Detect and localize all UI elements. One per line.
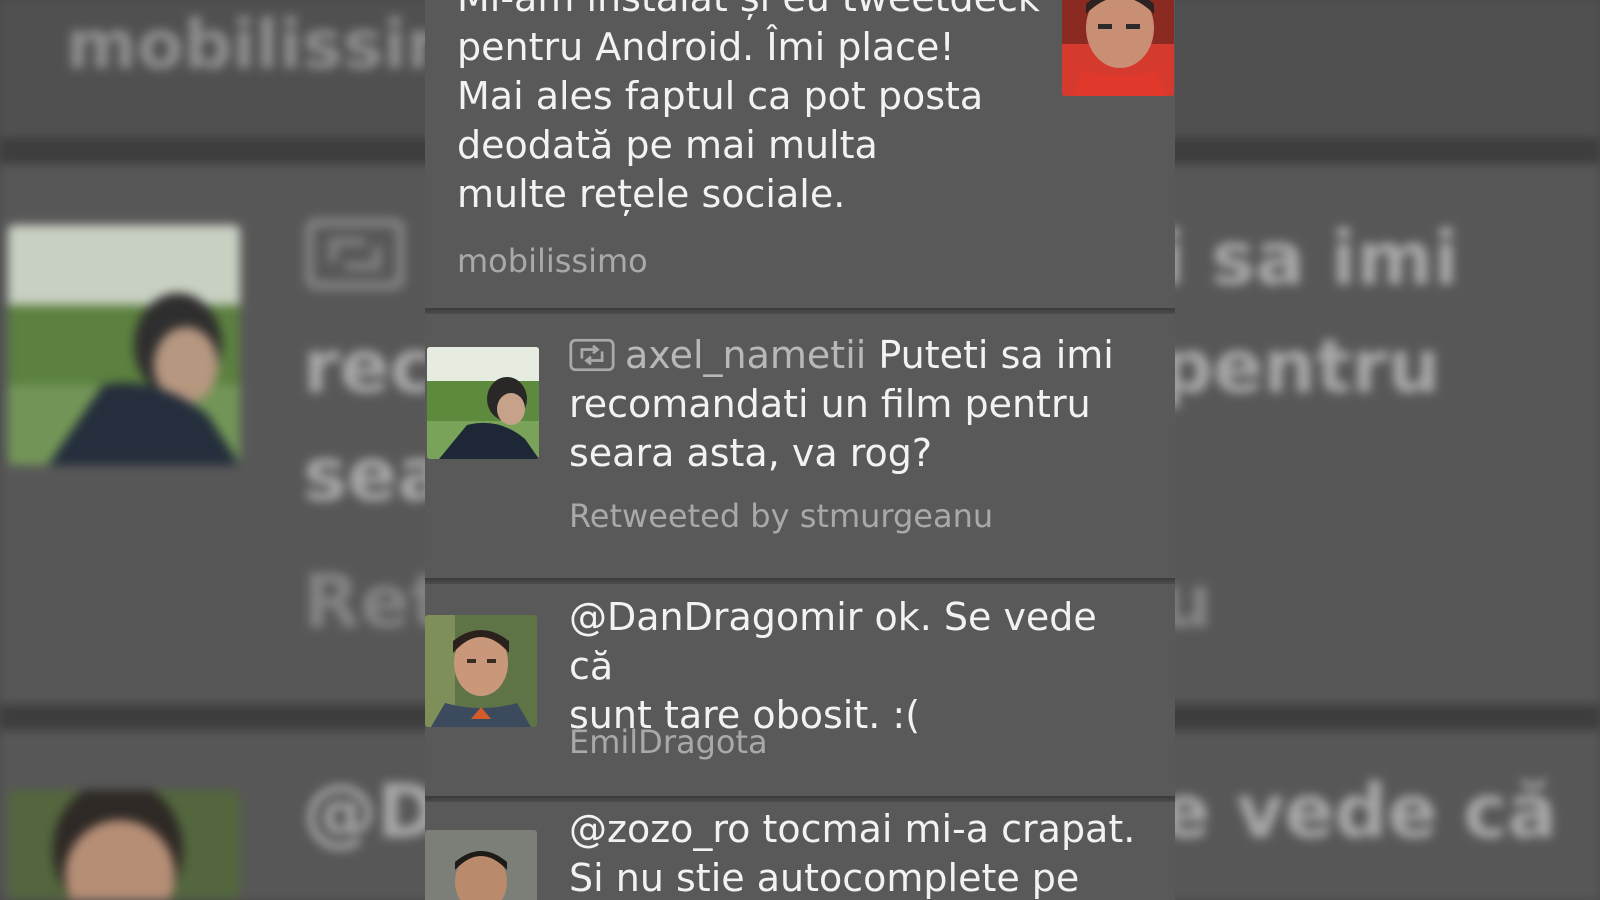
bg-text-fragment: i sa imi (1160, 216, 1459, 302)
tweet-timeline[interactable]: Mi-am instalat și eu tweetdeck pentru An… (425, 0, 1175, 900)
tweet-text-line: multe rețele sociale. (457, 172, 846, 216)
tweet-text: Mi-am instalat și eu tweetdeck pentru An… (457, 0, 1057, 219)
screen: mobilissim rec sea Ret @D i sa imi pentr… (0, 0, 1600, 900)
tweet-text: @DanDragomir ok. Se vede că sunt tare ob… (569, 593, 1149, 740)
tweet-handle[interactable]: axel_nametii (625, 333, 866, 377)
bg-retweet-icon (305, 218, 405, 290)
user-avatar-man-icon[interactable] (425, 830, 537, 900)
tweet-text-line: Puteti sa imi (878, 333, 1114, 377)
user-avatar-young-man-icon[interactable] (425, 615, 537, 727)
tweet-text: @zozo_ro tocmai mi-a crapat. Si nu stie … (569, 805, 1159, 900)
tweet-author[interactable]: EmilDragota (569, 722, 768, 762)
tweet-author[interactable]: mobilissimo (457, 241, 648, 281)
tweet-item[interactable]: Mi-am instalat și eu tweetdeck pentru An… (425, 0, 1175, 309)
tweet-text-line: Mai ales faptul ca pot posta (457, 74, 984, 118)
tweet-text: axel_nametii Puteti sa imi recomandati u… (569, 331, 1149, 478)
tweet-text-line: @zozo_ro tocmai mi-a crapat. (569, 807, 1136, 851)
retweeted-by-label: Retweeted by stmurgeanu (569, 497, 994, 535)
user-avatar-red-shirt-icon[interactable] (1062, 0, 1174, 96)
retweet-icon (569, 338, 615, 371)
tweet-text-line: deodată pe mai multa (457, 123, 878, 167)
bg-text-fragment: e vede că (1160, 769, 1558, 855)
bg-text-fragment: pentru (1160, 324, 1441, 410)
tweet-text-line: Mi-am instalat și eu tweetdeck (457, 0, 1040, 20)
bg-text-fragment: @D (303, 769, 439, 855)
bg-text-word: mobilissim (66, 6, 478, 85)
tweet-text-line: @DanDragomir ok. Se vede că (569, 595, 1097, 688)
tweet-text-line: pentru Android. Îmi place! (457, 25, 955, 69)
user-avatar-outdoor-icon[interactable] (427, 347, 539, 459)
tweet-item[interactable]: @zozo_ro tocmai mi-a crapat. Si nu stie … (425, 802, 1175, 900)
bg-avatar-young-man (8, 790, 240, 900)
bg-avatar-outdoor (8, 225, 240, 465)
bg-text-fragment: rec (303, 324, 434, 410)
tweet-text-line: seara asta, va rog? (569, 431, 933, 475)
tweet-text-line: Si nu stie autocomplete pe (569, 856, 1080, 900)
tweet-item[interactable]: @DanDragomir ok. Se vede că sunt tare ob… (425, 584, 1175, 797)
tweet-text-line: recomandati un film pentru (569, 382, 1091, 426)
tweet-item[interactable]: axel_nametii Puteti sa imi recomandati u… (425, 314, 1175, 579)
